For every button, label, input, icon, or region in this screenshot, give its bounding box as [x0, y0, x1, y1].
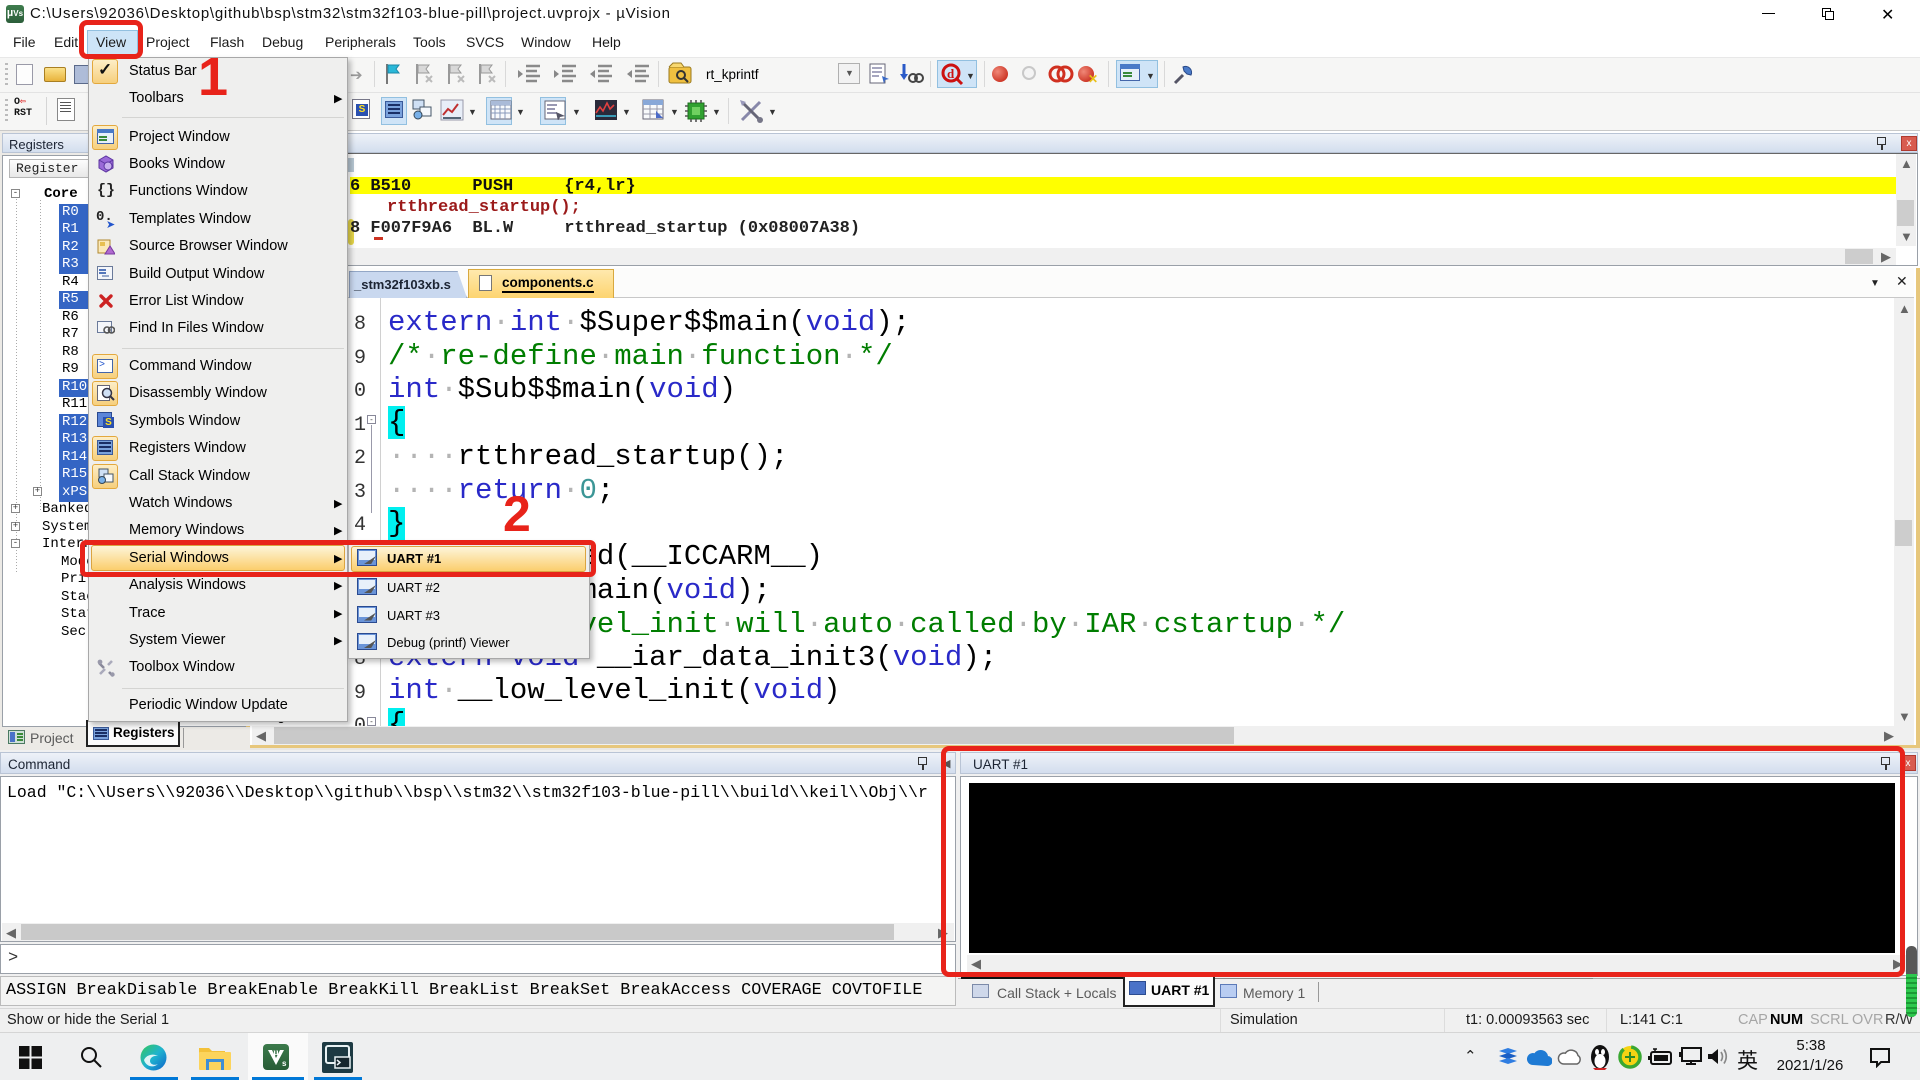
svg-text:µ: µ	[273, 1047, 279, 1057]
svg-text:d: d	[947, 66, 955, 81]
svg-text:s: s	[282, 1059, 287, 1068]
